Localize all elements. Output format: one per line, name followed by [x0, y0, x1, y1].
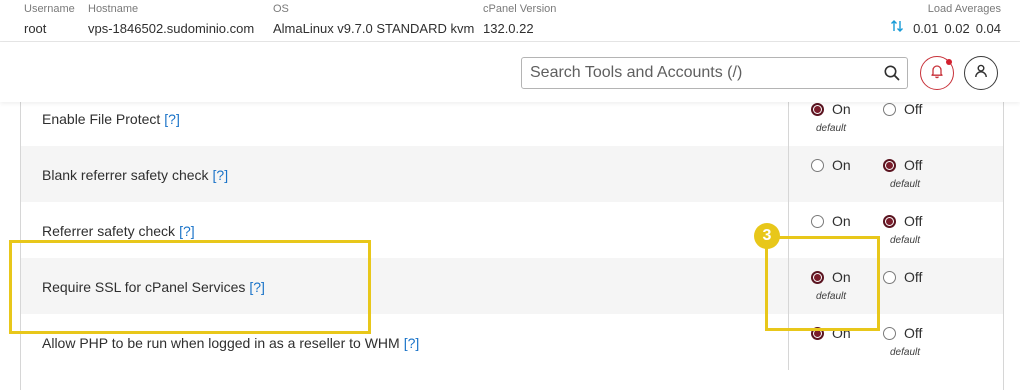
radio-on-input[interactable]: [811, 102, 824, 116]
setting-label-text: Blank referrer safety check: [42, 167, 209, 183]
radio-off-input[interactable]: [883, 326, 896, 340]
cpanel-version-info: cPanel Version 132.0.22: [483, 2, 556, 39]
load-average-5: 0.02: [944, 21, 970, 36]
hostname-label: Hostname: [88, 3, 139, 15]
username-info: Username root: [24, 2, 75, 39]
cpanel-version-value: 132.0.22: [483, 21, 534, 36]
setting-label: Referrer safety check [?]: [42, 223, 195, 239]
radio-on-label: On: [832, 213, 851, 229]
options-divider: [788, 146, 789, 202]
user-icon: [973, 63, 989, 84]
os-value: AlmaLinux v9.7.0 STANDARD kvm: [273, 21, 475, 36]
search-box[interactable]: [521, 57, 908, 89]
help-link[interactable]: [?]: [164, 111, 180, 127]
notifications-button[interactable]: [920, 56, 954, 90]
setting-label-text: Referrer safety check: [42, 223, 176, 239]
radio-off[interactable]: Off: [883, 213, 922, 229]
radio-off-input[interactable]: [883, 270, 896, 284]
load-averages-info: Load Averages 0.01 0.02 0.04: [890, 2, 1001, 39]
bell-icon: [929, 63, 945, 84]
setting-label: Blank referrer safety check [?]: [42, 167, 228, 183]
setting-label: Enable File Protect [?]: [42, 111, 180, 127]
radio-on[interactable]: On: [811, 157, 851, 173]
hostname-info: Hostname vps-1846502.sudominio.com: [88, 2, 254, 39]
help-link[interactable]: [?]: [213, 167, 229, 183]
load-average-1: 0.01: [913, 21, 939, 36]
server-info-bar: Username root Hostname vps-1846502.sudom…: [0, 0, 1020, 42]
load-averages-label: Load Averages: [927, 3, 1001, 15]
user-menu-button[interactable]: [964, 56, 998, 90]
setting-label-text: Allow PHP to be run when logged in as a …: [42, 335, 400, 351]
radio-on-label: On: [832, 157, 851, 173]
radio-off-input[interactable]: [883, 214, 896, 228]
setting-label-text: Enable File Protect: [42, 111, 161, 127]
highlight-box-on-option: [765, 236, 880, 331]
default-note: default: [890, 347, 921, 358]
os-info: OS AlmaLinux v9.7.0 STANDARD kvm: [273, 2, 474, 39]
default-note: default: [816, 123, 847, 134]
help-link[interactable]: [?]: [404, 335, 420, 351]
default-note: default: [890, 179, 921, 190]
radio-on[interactable]: On: [811, 213, 851, 229]
hostname-value: vps-1846502.sudominio.com: [88, 21, 255, 36]
default-note: default: [890, 235, 921, 246]
highlight-box-setting-label: [9, 240, 371, 334]
radio-on-input[interactable]: [811, 214, 824, 228]
cpanel-version-label: cPanel Version: [483, 3, 557, 15]
notification-dot: [946, 59, 952, 65]
username-label: Username: [24, 3, 75, 15]
search-input[interactable]: [522, 58, 877, 88]
radio-off[interactable]: Off: [883, 325, 922, 341]
radio-off-label: Off: [904, 157, 923, 173]
radio-on[interactable]: On: [811, 101, 851, 117]
radio-off[interactable]: Off: [883, 269, 922, 285]
top-header: [0, 42, 1020, 102]
step-number-badge: 3: [754, 223, 780, 249]
load-averages-values: 0.01 0.02 0.04: [890, 19, 1001, 39]
radio-on-label: On: [832, 101, 851, 117]
username-value: root: [24, 21, 47, 36]
radio-off-input[interactable]: [883, 158, 896, 172]
radio-off-label: Off: [904, 101, 923, 117]
radio-off-label: Off: [904, 213, 923, 229]
radio-on-input[interactable]: [811, 158, 824, 172]
radio-off[interactable]: Off: [883, 157, 922, 173]
help-link[interactable]: [?]: [179, 223, 195, 239]
sort-arrows-icon[interactable]: [890, 19, 904, 39]
radio-off-label: Off: [904, 269, 923, 285]
setting-label: Allow PHP to be run when logged in as a …: [42, 335, 419, 351]
load-average-15: 0.04: [975, 21, 1001, 36]
os-label: OS: [273, 3, 289, 15]
search-icon[interactable]: [883, 64, 901, 82]
radio-off-input[interactable]: [883, 102, 896, 116]
setting-row-blank-referrer: Blank referrer safety check [?] On Off de…: [21, 146, 1003, 202]
radio-off[interactable]: Off: [883, 101, 922, 117]
radio-off-label: Off: [904, 325, 923, 341]
